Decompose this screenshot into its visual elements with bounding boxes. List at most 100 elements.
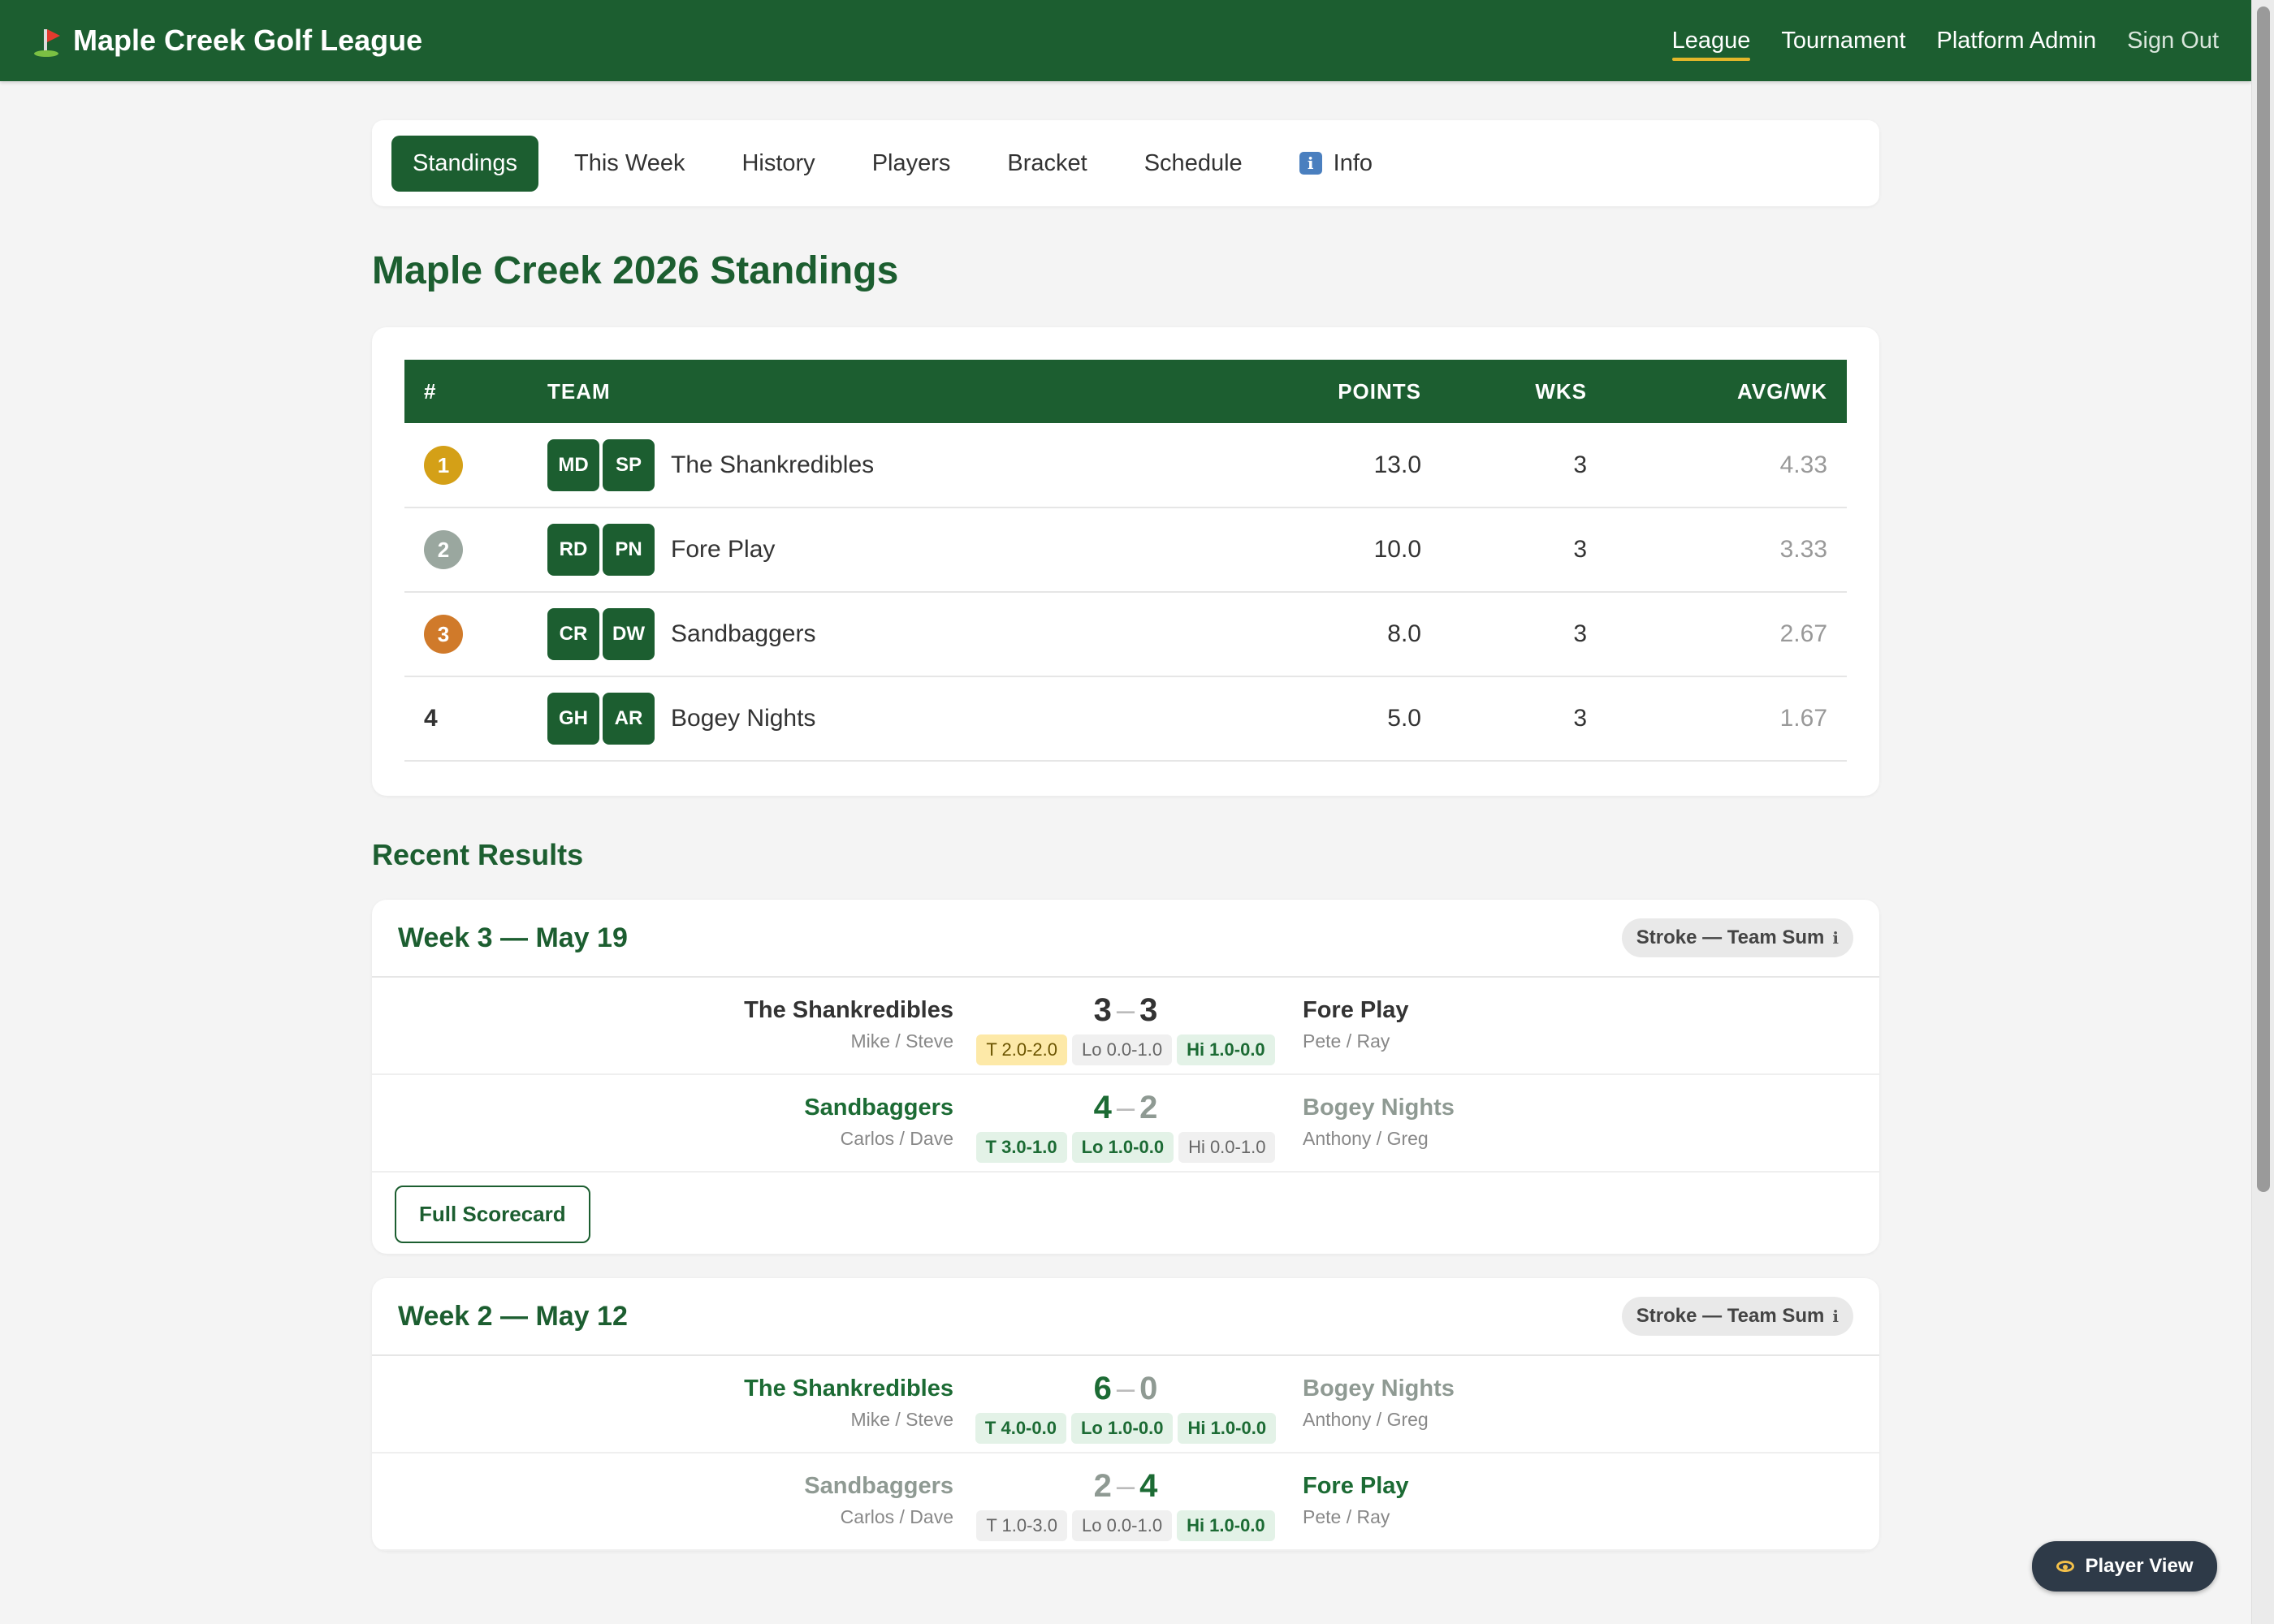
avg-cell: 2.67 xyxy=(1587,592,1847,677)
col-rank[interactable]: # xyxy=(404,360,547,423)
tab-info[interactable]: i Info xyxy=(1278,136,1394,192)
top-nav: League Tournament Platform Admin Sign Ou… xyxy=(1641,0,2219,81)
page-scrollbar[interactable] xyxy=(2251,0,2274,1624)
player-avatar: AR xyxy=(603,693,655,745)
brand[interactable]: Maple Creek Golf League xyxy=(32,24,422,58)
weeks-cell: 3 xyxy=(1421,676,1587,762)
team-name[interactable]: Sandbaggers xyxy=(804,1473,953,1500)
full-scorecard-button[interactable]: Full Scorecard xyxy=(395,1186,590,1243)
match-row: The Shankredibles Mike / Steve 6–0 T 4.0… xyxy=(372,1356,1879,1453)
team-players: Pete / Ray xyxy=(1303,1030,1390,1052)
home-team: Sandbaggers Carlos / Dave xyxy=(804,1095,953,1150)
home-team: The Shankredibles Mike / Steve xyxy=(744,997,953,1052)
points-cell: 8.0 xyxy=(1275,592,1421,677)
top-navbar: Maple Creek Golf League League Tournamen… xyxy=(0,0,2251,81)
standings-table: # TEAM POINTS WKS AVG/WK 1 MD SP The Sha… xyxy=(404,360,1847,762)
table-row[interactable]: 3 CR DW Sandbaggers 8.0 3 2.67 xyxy=(404,592,1847,677)
week-title: Week 3 — May 19 xyxy=(398,922,628,953)
total-points-chip: T 4.0-0.0 xyxy=(975,1413,1066,1444)
points-cell: 10.0 xyxy=(1275,508,1421,593)
away-score: 3 xyxy=(1139,992,1158,1028)
team-name[interactable]: Bogey Nights xyxy=(671,705,815,732)
tab-schedule[interactable]: Schedule xyxy=(1123,136,1264,192)
match-row: The Shankredibles Mike / Steve 3–3 T 2.0… xyxy=(372,978,1879,1075)
col-points[interactable]: POINTS xyxy=(1275,360,1421,423)
team-players: Anthony / Greg xyxy=(1303,1409,1429,1430)
league-tabs: Standings This Week History Players Brac… xyxy=(372,120,1879,206)
player-avatar: GH xyxy=(547,693,599,745)
total-points-chip: T 2.0-2.0 xyxy=(976,1034,1067,1065)
week-result-card: Week 3 — May 19 Stroke — Team Sum i The S… xyxy=(372,900,1879,1254)
player-avatar: CR xyxy=(547,608,599,660)
match-row: Sandbaggers Carlos / Dave 2–4 T 1.0-3.0 … xyxy=(372,1453,1879,1551)
player-view-label: Player View xyxy=(2085,1555,2194,1577)
home-team: The Shankredibles Mike / Steve xyxy=(744,1376,953,1431)
team-name[interactable]: Sandbaggers xyxy=(804,1095,953,1121)
standings-header-row: # TEAM POINTS WKS AVG/WK xyxy=(404,360,1847,423)
format-badge[interactable]: Stroke — Team Sum i xyxy=(1621,918,1853,957)
nav-league[interactable]: League xyxy=(1671,23,1750,61)
standings-card: # TEAM POINTS WKS AVG/WK 1 MD SP The Sha… xyxy=(372,327,1879,796)
week-title: Week 2 — May 12 xyxy=(398,1300,628,1332)
low-points-chip: Lo 0.0-1.0 xyxy=(1071,1034,1173,1065)
match-score: 4–2 T 3.0-1.0 Lo 1.0-0.0 Hi 0.0-1.0 xyxy=(965,1090,1286,1163)
team-name[interactable]: Fore Play xyxy=(671,536,775,564)
col-weeks[interactable]: WKS xyxy=(1421,360,1587,423)
team-name[interactable]: The Shankredibles xyxy=(744,997,953,1024)
week-header: Week 2 — May 12 Stroke — Team Sum i xyxy=(372,1278,1879,1356)
home-score: 3 xyxy=(1093,992,1112,1028)
match-score: 3–3 T 2.0-2.0 Lo 0.0-1.0 Hi 1.0-0.0 xyxy=(965,992,1286,1065)
home-score: 6 xyxy=(1093,1371,1112,1406)
week-footer: Full Scorecard xyxy=(372,1173,1879,1254)
player-avatar: RD xyxy=(547,524,599,576)
table-row[interactable]: 1 MD SP The Shankredibles 13.0 3 4.33 xyxy=(404,423,1847,508)
weeks-cell: 3 xyxy=(1421,508,1587,593)
tab-info-label: Info xyxy=(1333,149,1373,176)
nav-tournament[interactable]: Tournament xyxy=(1781,23,1905,59)
table-row[interactable]: 4 GH AR Bogey Nights 5.0 3 1.67 xyxy=(404,676,1847,762)
table-row[interactable]: 2 RD PN Fore Play 10.0 3 3.33 xyxy=(404,508,1847,593)
gold-medal-badge: 1 xyxy=(424,445,463,485)
team-name[interactable]: Sandbaggers xyxy=(671,620,815,648)
week-header: Week 3 — May 19 Stroke — Team Sum i xyxy=(372,900,1879,978)
col-team[interactable]: TEAM xyxy=(547,360,1275,423)
team-name[interactable]: The Shankredibles xyxy=(671,451,874,479)
col-avg-per-week[interactable]: AVG/WK xyxy=(1587,360,1847,423)
home-team: Sandbaggers Carlos / Dave xyxy=(804,1473,953,1528)
nav-sign-out[interactable]: Sign Out xyxy=(2127,23,2219,59)
player-avatar: MD xyxy=(547,438,599,491)
team-name[interactable]: Bogey Nights xyxy=(1303,1376,1455,1402)
info-icon: i xyxy=(1832,928,1839,948)
nav-platform-admin[interactable]: Platform Admin xyxy=(1937,23,2097,59)
team-name[interactable]: Fore Play xyxy=(1303,1473,1409,1500)
tab-players[interactable]: Players xyxy=(851,136,972,192)
avg-cell: 4.33 xyxy=(1587,423,1847,508)
high-points-chip: Hi 0.0-1.0 xyxy=(1178,1132,1276,1163)
team-name[interactable]: Bogey Nights xyxy=(1303,1095,1455,1121)
silver-medal-badge: 2 xyxy=(424,530,463,569)
tab-history[interactable]: History xyxy=(720,136,836,192)
golf-flag-icon xyxy=(32,24,60,57)
away-team: Fore Play Pete / Ray xyxy=(1303,1473,1409,1528)
format-badge[interactable]: Stroke — Team Sum i xyxy=(1621,1297,1853,1336)
team-name[interactable]: Fore Play xyxy=(1303,997,1409,1024)
tab-this-week[interactable]: This Week xyxy=(553,136,706,192)
format-label: Stroke — Team Sum xyxy=(1636,1305,1825,1327)
points-cell: 13.0 xyxy=(1275,423,1421,508)
weeks-cell: 3 xyxy=(1421,423,1587,508)
bronze-medal-badge: 3 xyxy=(424,615,463,654)
match-score: 2–4 T 1.0-3.0 Lo 0.0-1.0 Hi 1.0-0.0 xyxy=(965,1468,1286,1541)
app-title: Maple Creek Golf League xyxy=(73,24,423,57)
tab-bracket[interactable]: Bracket xyxy=(986,136,1108,192)
team-name[interactable]: The Shankredibles xyxy=(744,1376,953,1402)
scrollbar-thumb[interactable] xyxy=(2257,6,2270,1192)
away-score: 4 xyxy=(1139,1468,1158,1504)
home-score: 2 xyxy=(1093,1468,1112,1504)
player-view-button[interactable]: Player View xyxy=(2032,1541,2217,1592)
player-avatar: SP xyxy=(603,438,655,491)
eye-icon xyxy=(2056,1561,2074,1572)
total-points-chip: T 3.0-1.0 xyxy=(975,1132,1067,1163)
info-icon: i xyxy=(1832,1307,1839,1326)
tab-standings[interactable]: Standings xyxy=(391,135,538,192)
team-players: Mike / Steve xyxy=(850,1409,953,1430)
